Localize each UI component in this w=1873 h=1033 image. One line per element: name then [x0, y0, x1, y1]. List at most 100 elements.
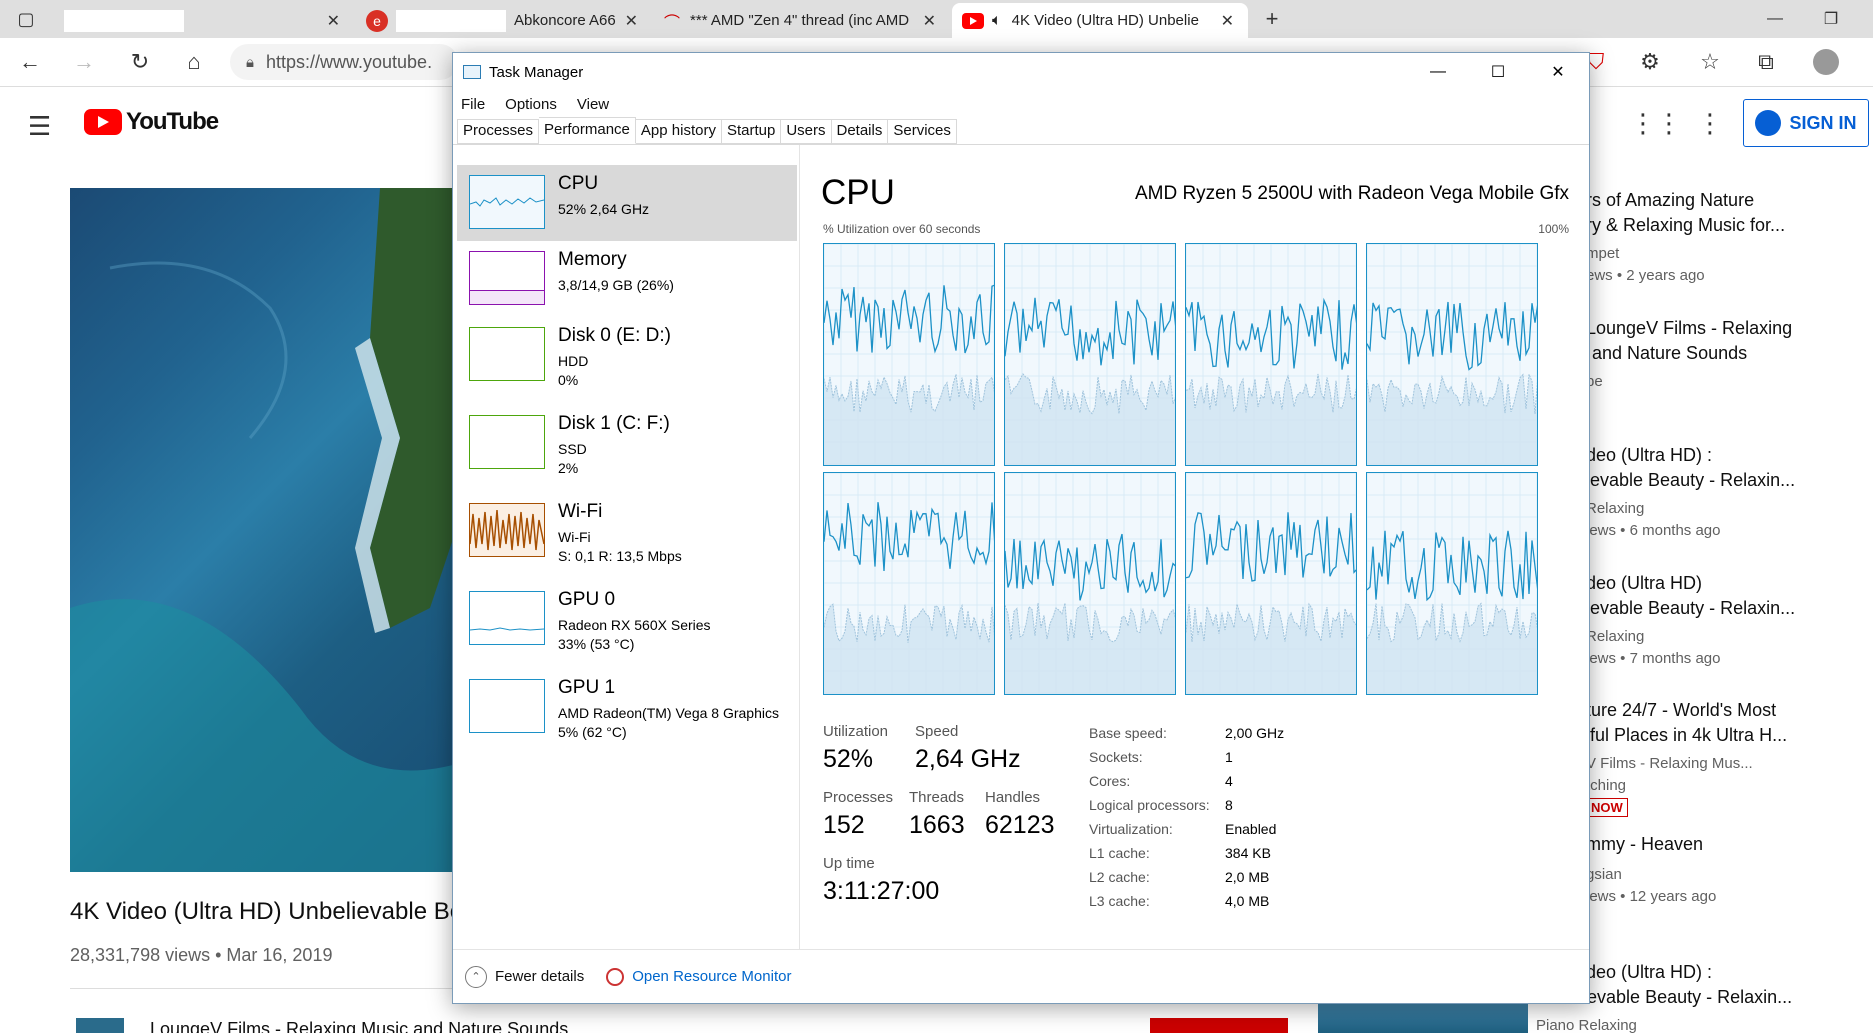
favorites-icon[interactable]: ☆	[1692, 44, 1728, 80]
logical-processor-graph	[1004, 243, 1176, 466]
rec-title[interactable]: deo (Ultra HD)	[1586, 573, 1702, 594]
tab-actions-icon[interactable]: ▢	[8, 1, 44, 37]
uptime-value: 3:11:27:00	[823, 877, 940, 905]
resource-value: S: 0,1 R: 13,5 Mbps	[558, 548, 682, 564]
tab-startup[interactable]: Startup	[721, 119, 782, 144]
video-player[interactable]	[70, 188, 500, 872]
home-button[interactable]: ⌂	[176, 44, 212, 80]
rec-title[interactable]: deo (Ultra HD) :	[1586, 962, 1712, 983]
close-button[interactable]: ✕	[1528, 53, 1588, 91]
resource-name: Disk 0 (E: D:)	[558, 325, 671, 346]
handles-label: Handles	[985, 789, 1041, 806]
rec-meta: iews • 12 years ago	[1586, 888, 1717, 905]
disk0-thumbnail-graph	[469, 327, 545, 381]
rec-channel: Relaxing	[1586, 500, 1645, 517]
chevron-up-icon[interactable]: ⌃	[465, 965, 487, 988]
browser-tab-youtube[interactable]: 🔈︎ 4K Video (Ultra HD) Unbelie ✕	[952, 3, 1248, 38]
menu-view[interactable]: View	[577, 96, 609, 113]
utilization-label: Utilization	[823, 723, 889, 740]
sign-in-button[interactable]: SIGN IN	[1743, 99, 1869, 147]
spec-label: L3 cache:	[1089, 893, 1150, 909]
rec-title[interactable]: and Nature Sounds	[1592, 343, 1747, 364]
resource-wifi[interactable]: Wi-Fi Wi-Fi S: 0,1 R: 13,5 Mbps	[457, 493, 797, 569]
panel-divider[interactable]	[799, 145, 800, 950]
logo-text: YouTube	[126, 108, 219, 135]
new-tab-button[interactable]: +	[1254, 1, 1290, 37]
resource-name: Disk 1 (C: F:)	[558, 413, 670, 434]
resource-disk-0[interactable]: Disk 0 (E: D:) HDD 0%	[457, 317, 797, 393]
forward-button[interactable]: →	[66, 44, 102, 80]
speed-label: Speed	[915, 723, 959, 740]
rec-title[interactable]: mmy - Heaven	[1586, 834, 1703, 855]
spec-value: 2,0 MB	[1225, 869, 1270, 885]
resource-cpu[interactable]: CPU 52% 2,64 GHz	[457, 165, 797, 241]
tab-users[interactable]: Users	[781, 119, 832, 144]
speaker-icon[interactable]: 🔈︎	[992, 12, 1002, 30]
rec-title[interactable]: deo (Ultra HD) :	[1586, 445, 1712, 466]
close-icon[interactable]: ✕	[323, 11, 344, 31]
resource-value: 0%	[558, 372, 579, 388]
fewer-details-link[interactable]: Fewer details	[495, 968, 584, 985]
resource-gpu-1[interactable]: GPU 1 AMD Radeon(TM) Vega 8 Graphics 5% …	[457, 669, 797, 745]
rec-title[interactable]: ture 24/7 - World's Most	[1586, 700, 1776, 721]
resource-value: 52% 2,64 GHz	[558, 201, 650, 217]
resource-disk-1[interactable]: Disk 1 (C: F:) SSD 2%	[457, 405, 797, 481]
resource-type: Wi-Fi	[558, 529, 591, 545]
resource-name: GPU 1	[558, 677, 616, 698]
youtube-favicon-icon	[962, 12, 984, 29]
tab-details[interactable]: Details	[831, 119, 889, 144]
minimize-button[interactable]: —	[1408, 53, 1468, 91]
channel-avatar[interactable]	[76, 1018, 124, 1033]
browser-tab-1[interactable]: ✕	[54, 3, 354, 38]
rec-meta: tching	[1586, 777, 1627, 794]
window-title: Task Manager	[489, 63, 584, 81]
maximize-button[interactable]: ☐	[1468, 53, 1528, 91]
collections-icon[interactable]: ⧉	[1748, 44, 1784, 80]
open-resource-monitor-link[interactable]: Open Resource Monitor	[632, 968, 791, 985]
close-icon[interactable]: ✕	[1217, 11, 1238, 31]
threads-label: Threads	[909, 789, 965, 806]
tab-services[interactable]: Services	[888, 119, 957, 144]
resource-memory[interactable]: Memory 3,8/14,9 GB (26%)	[457, 241, 797, 317]
browser-tab-3[interactable]: ⌒ *** AMD "Zen 4" thread (inc AMD ✕	[654, 3, 950, 38]
handles-value: 62123	[985, 811, 1055, 839]
rec-title[interactable]: ievable Beauty - Relaxin...	[1586, 470, 1795, 491]
tab-performance[interactable]: Performance	[539, 117, 636, 144]
restore-button[interactable]: ❐	[1803, 0, 1859, 38]
resource-name: CPU	[558, 173, 599, 194]
close-icon[interactable]: ✕	[919, 11, 940, 31]
rec-title[interactable]: iful Places in 4k Ultra H...	[1586, 725, 1787, 746]
rec-title[interactable]: ry & Relaxing Music for...	[1586, 215, 1785, 236]
subscribe-button[interactable]	[1150, 1018, 1288, 1033]
close-icon[interactable]: ✕	[621, 11, 642, 31]
menu-file[interactable]: File	[461, 96, 485, 113]
channel-name[interactable]: LoungeV Films - Relaxing Music and Natur…	[150, 1019, 568, 1033]
rec-title[interactable]: LoungeV Films - Relaxing	[1586, 318, 1792, 339]
performance-panel: CPU 52% 2,64 GHz Memory 3,8/14,9 GB (26%…	[453, 144, 1589, 950]
more-options-icon[interactable]: ⋮	[1697, 108, 1723, 139]
browser-tab-2[interactable]: e Abkoncore A66 ✕	[356, 3, 652, 38]
rec-title[interactable]: ievable Beauty - Relaxin...	[1586, 598, 1795, 619]
spec-label: Base speed:	[1089, 725, 1167, 741]
back-button[interactable]: ←	[12, 44, 48, 80]
disk1-thumbnail-graph	[469, 415, 545, 469]
minimize-button[interactable]: —	[1747, 0, 1803, 38]
tab-processes[interactable]: Processes	[457, 119, 540, 144]
tab-app-history[interactable]: App history	[635, 119, 722, 144]
apps-icon[interactable]: ⋮⋮	[1630, 108, 1682, 139]
spec-value: 384 KB	[1225, 845, 1271, 861]
refresh-button[interactable]: ↻	[122, 44, 158, 80]
resource-type: HDD	[558, 353, 589, 369]
rec-title[interactable]: rs of Amazing Nature	[1586, 190, 1754, 211]
address-bar[interactable]: 🔒︎ https://www.youtube.	[230, 44, 458, 80]
spec-label: L1 cache:	[1089, 845, 1150, 861]
youtube-logo[interactable]: YouTube	[84, 108, 219, 136]
profile-avatar[interactable]	[1808, 44, 1844, 80]
resource-gpu-0[interactable]: GPU 0 Radeon RX 560X Series 33% (53 °C)	[457, 581, 797, 657]
menu-icon[interactable]: ☰	[28, 111, 51, 142]
extensions-icon[interactable]: ⚙	[1632, 44, 1668, 80]
resource-value: 33% (53 °C)	[558, 636, 635, 652]
logical-processor-graph	[823, 243, 995, 466]
menu-options[interactable]: Options	[505, 96, 557, 113]
resource-type: AMD Radeon(TM) Vega 8 Graphics	[558, 705, 779, 721]
